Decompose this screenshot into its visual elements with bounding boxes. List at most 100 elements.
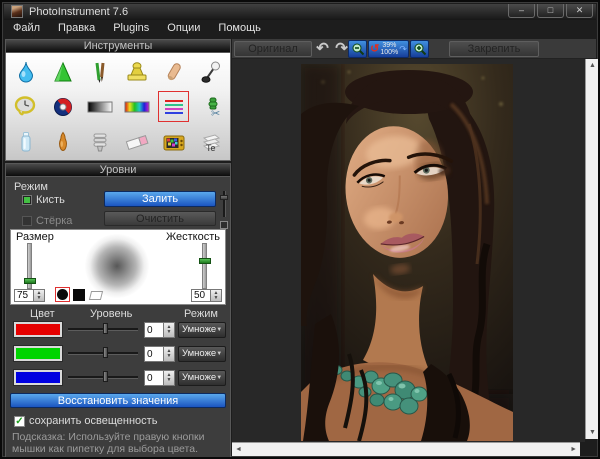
tool-text-layers[interactable]: Te [195,126,226,157]
brush-checkbox[interactable]: Кисть [22,194,65,206]
green-slider-thumb[interactable] [103,347,108,358]
red-mode-dropdown[interactable]: Умноже▼ [178,322,226,338]
original-button[interactable]: Оригинал [234,41,312,57]
scroll-right-icon[interactable]: ► [570,446,577,453]
red-level-spinbox[interactable]: 0 ▲▼ [144,322,175,338]
app-icon [11,5,23,18]
hardness-slider[interactable] [202,243,207,289]
chevron-down-icon: ▼ [216,347,222,361]
size-spinbox[interactable]: 75 ▲▼ [14,289,45,302]
blue-level-slider[interactable] [68,370,138,384]
mode-label: Режим [14,181,48,193]
stamp-icon [124,60,150,84]
portrait-photo[interactable] [301,64,513,441]
tool-spiral-lamp[interactable] [84,126,115,157]
menu-file[interactable]: Файл [4,20,49,37]
brush-shape-circle[interactable] [55,287,70,302]
clamp-scissors-icon: ✂ [198,95,224,119]
green-level-spinner[interactable]: ▲▼ [164,346,175,362]
tool-levels[interactable] [158,91,189,122]
tool-tv-noise[interactable] [158,126,189,157]
blue-level-spinbox[interactable]: 0 ▲▼ [144,370,175,386]
blue-swatch[interactable] [14,370,62,385]
eraser-checkbox-label: Стёрка [36,215,72,227]
scroll-up-icon[interactable]: ▲ [586,62,599,69]
blue-level-value[interactable]: 0 [144,370,164,386]
red-swatch[interactable] [14,322,62,337]
blue-mode-dropdown[interactable]: Умноже▼ [178,370,226,386]
red-level-value[interactable]: 0 [144,322,164,338]
cone-icon [51,60,75,84]
undo-icon[interactable]: ↶ [313,40,332,57]
tool-blur-drop[interactable] [10,56,41,87]
color-wheel-icon [51,95,75,119]
size-spinner[interactable]: ▲▼ [34,289,45,302]
clear-button[interactable]: Очистить [104,211,216,226]
menu-help[interactable]: Помощь [209,20,270,37]
scroll-down-icon[interactable]: ▼ [586,429,599,436]
blue-slider-thumb[interactable] [103,371,108,382]
tool-color-wheel[interactable] [47,91,78,122]
green-level-spinbox[interactable]: 0 ▲▼ [144,346,175,362]
scroll-left-icon[interactable]: ◄ [235,446,242,453]
hardness-value[interactable]: 50 [191,289,211,302]
red-level-slider[interactable] [68,322,138,336]
tool-eraser[interactable] [121,126,152,157]
title-bar[interactable]: PhotoInstrument 7.6 – □ ✕ [4,4,596,20]
hardness-spinner[interactable]: ▲▼ [211,289,222,302]
tools-panel: Инструменты [5,39,231,161]
hardness-slider-thumb[interactable] [199,258,211,264]
green-mode-dropdown[interactable]: Умноже▼ [178,346,226,362]
zoom-reset-button[interactable]: ↺ 39% 100% ↷ [368,40,409,58]
green-swatch[interactable] [14,346,62,361]
brush-shape-square[interactable] [73,289,85,301]
brush-shape-rect-outline[interactable] [89,291,103,300]
tube-icon [14,130,38,154]
tool-pin[interactable] [195,56,226,87]
eraser-checkbox[interactable]: Стёрка [22,215,72,227]
green-level-value[interactable]: 0 [144,346,164,362]
menu-edit[interactable]: Правка [49,20,104,37]
tool-glow-tube[interactable] [10,126,41,157]
app-window: PhotoInstrument 7.6 – □ ✕ Файл Правка Pl… [0,0,600,459]
size-value[interactable]: 75 [14,289,34,302]
maximize-button[interactable]: □ [537,4,564,18]
vertical-scrollbar[interactable]: ▲ ▼ [585,59,599,439]
blue-level-spinner[interactable]: ▲▼ [164,370,175,386]
red-level-spinner[interactable]: ▲▼ [164,322,175,338]
menu-plugins[interactable]: Plugins [104,20,158,37]
size-slider-thumb[interactable] [24,278,36,284]
tool-rainbow-gradient[interactable] [121,91,152,122]
tool-pencil-brush[interactable] [84,56,115,87]
tool-cone[interactable] [47,56,78,87]
green-level-slider[interactable] [68,346,138,360]
zoom-in-button[interactable] [410,40,429,58]
eraser-checkbox-box [22,216,32,226]
size-slider[interactable] [27,243,32,289]
tool-clone-stamp[interactable] [121,56,152,87]
reset-cw-icon: ↷ [399,45,407,54]
mini-slider-thumb[interactable] [220,195,228,200]
mini-slider-box[interactable] [220,221,228,229]
brush-preview-panel: Размер Жесткость 75 ▲▼ [10,229,226,305]
zoom-full-percent: 100% [380,49,398,56]
hint-text: Подсказка: Используйте правую кнопки мыш… [12,431,226,455]
pin-button[interactable]: Закрепить [449,41,539,57]
tool-vase[interactable] [47,126,78,157]
hardness-spinbox[interactable]: 50 ▲▼ [191,289,222,302]
rainbow-gradient-icon [123,95,151,119]
keep-lighting-checkbox[interactable]: ✓ сохранить освещенность [14,415,157,427]
opacity-mini-slider[interactable] [220,191,228,231]
fill-button[interactable]: Залить [104,191,216,207]
tool-clamp-scissors[interactable]: ✂ [195,91,226,122]
minimize-button[interactable]: – [508,4,535,18]
red-slider-thumb[interactable] [103,323,108,334]
tool-melting-clock[interactable] [10,91,41,122]
zoom-out-button[interactable] [348,40,367,58]
restore-values-button[interactable]: Восстановить значения [10,393,226,408]
horizontal-scrollbar[interactable]: ◄ ► [232,442,580,456]
tool-smudge-finger[interactable] [158,56,189,87]
close-button[interactable]: ✕ [566,4,593,18]
tool-bw-gradient[interactable] [84,91,115,122]
menu-options[interactable]: Опции [158,20,209,37]
